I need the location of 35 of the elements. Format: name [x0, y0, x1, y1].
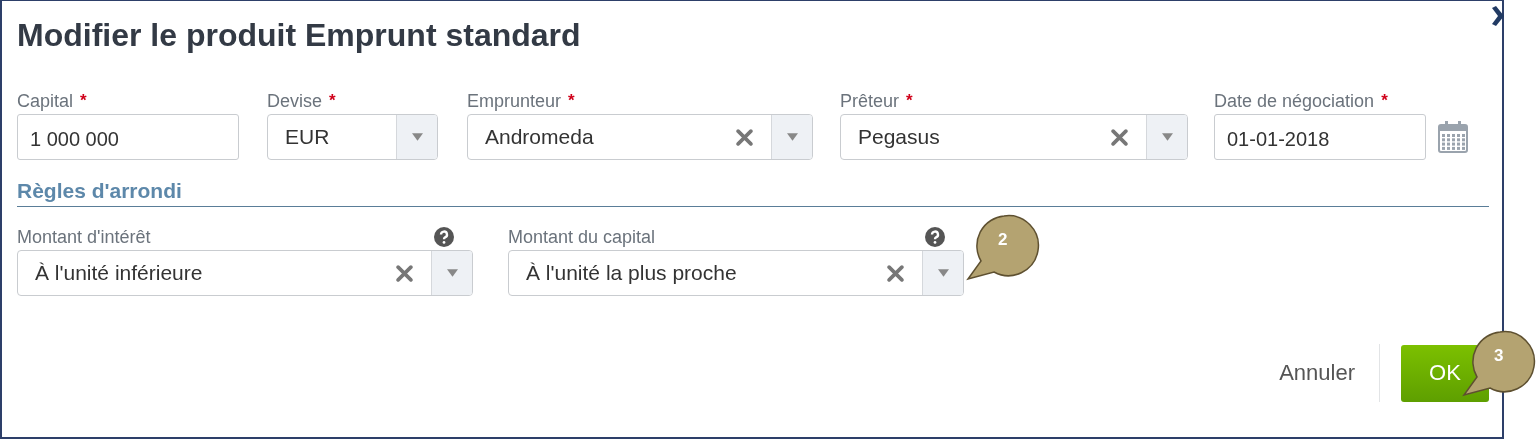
- calendar-icon[interactable]: [1438, 121, 1468, 153]
- dropdown-caret-icon[interactable]: [1161, 133, 1173, 141]
- text-field[interactable]: 1 000 000: [17, 114, 239, 160]
- select-field[interactable]: Pegasus: [840, 114, 1188, 160]
- required-mark: *: [568, 91, 575, 111]
- required-mark: *: [80, 91, 87, 111]
- dialog-title: Modifier le produit Emprunt standard: [17, 17, 581, 55]
- dropdown-caret-icon[interactable]: [411, 133, 423, 141]
- dropdown-caret-icon[interactable]: [446, 269, 458, 277]
- field-label: Montant d'intérêt: [17, 226, 151, 248]
- field-label: Date de négociation: [1214, 90, 1375, 112]
- required-mark: *: [906, 91, 913, 111]
- section-title: Règles d'arrondi: [17, 179, 182, 202]
- help-icon[interactable]: [925, 227, 945, 247]
- select-field[interactable]: EUR: [267, 114, 438, 160]
- field-label: Capital: [17, 90, 74, 112]
- field-label: Emprunteur: [467, 90, 562, 112]
- field-label: Prêteur: [840, 90, 900, 112]
- required-mark: *: [1381, 91, 1388, 111]
- dropdown-caret-icon[interactable]: [937, 269, 949, 277]
- field-label: Devise: [267, 90, 323, 112]
- date-field[interactable]: 01-01-2018: [1214, 114, 1426, 160]
- close-icon[interactable]: [1492, 6, 1504, 26]
- select-field[interactable]: À l'unité inférieure: [17, 250, 473, 296]
- required-mark: *: [329, 91, 336, 111]
- help-icon[interactable]: [434, 227, 454, 247]
- cancel-button[interactable]: Annuler: [1269, 354, 1365, 392]
- clear-icon[interactable]: [396, 264, 413, 282]
- clear-icon[interactable]: [1111, 128, 1128, 146]
- clear-icon[interactable]: [887, 264, 904, 282]
- select-field[interactable]: Andromeda: [467, 114, 813, 160]
- clear-icon[interactable]: [736, 128, 753, 146]
- field-label: Montant du capital: [508, 226, 656, 248]
- dropdown-caret-icon[interactable]: [786, 133, 798, 141]
- select-field[interactable]: À l'unité la plus proche: [508, 250, 964, 296]
